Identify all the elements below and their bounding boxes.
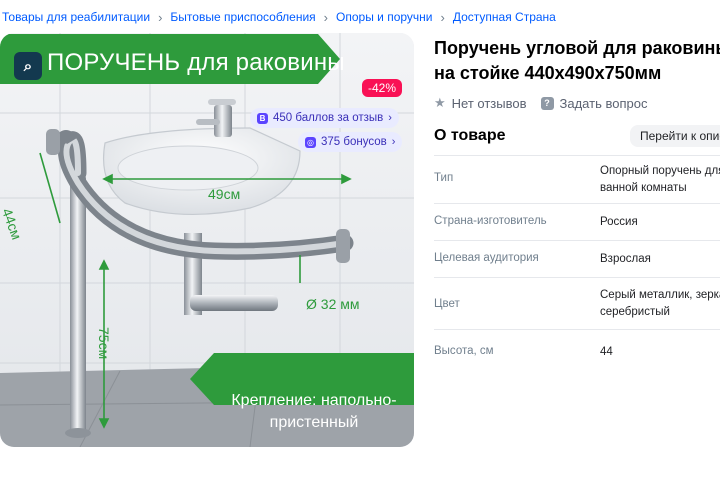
spec-label: Страна-изготовитель <box>434 215 547 227</box>
chevron-right-icon: › <box>323 9 329 25</box>
spec-label: Целевая аудитория <box>434 252 539 264</box>
spec-label: Цвет <box>434 298 460 310</box>
image-brand-title: ПОРУЧЕНЬ для раковины <box>47 49 345 76</box>
spec-value: Опорный поручень для ванной комнаты <box>600 165 720 194</box>
reviews-label: Нет отзывов <box>451 95 527 111</box>
bonus-label: 375 бонусов <box>321 136 387 148</box>
breadcrumb-link-brand[interactable]: Доступная Страна <box>453 10 556 24</box>
spec-label: Высота, см <box>434 345 494 357</box>
spec-value: Россия <box>600 216 638 228</box>
bonus-pill[interactable]: ◎ 375 бонусов › <box>298 132 403 152</box>
spec-value: Взрослая <box>600 253 651 265</box>
spec-value: 44 <box>600 346 613 358</box>
title-line2: на стойке 440х490х750мм <box>434 63 662 83</box>
breadcrumb: Товары для реабилитации › Бытовые приспо… <box>2 8 556 26</box>
bonus-points-icon: B <box>257 112 268 124</box>
star-icon: ★ <box>434 95 446 110</box>
chevron-right-icon: › <box>158 9 163 25</box>
discount-badge: -42% <box>362 79 403 97</box>
mount-type-line2: пристенный <box>269 414 359 431</box>
product-meta-bar: ★ Нет отзывов ? Задать вопрос <box>434 95 661 111</box>
title-line1: Поручень угловой для раковины <box>434 38 720 58</box>
reviews-link[interactable]: ★ Нет отзывов <box>434 95 527 111</box>
review-bonus-label: 450 баллов за отзыв <box>273 112 384 124</box>
dimension-height-label: 75см <box>96 327 112 360</box>
breadcrumb-link-household[interactable]: Бытовые приспособления <box>170 10 315 24</box>
review-bonus-pill[interactable]: B 450 баллов за отзыв › <box>250 108 399 128</box>
spec-row: Цвет Серый металлик, зеркальный, серебри… <box>434 277 720 329</box>
mount-type-line1: Крепление: напольно- <box>231 392 397 409</box>
spec-row: Страна-изготовитель Россия <box>434 203 720 240</box>
spec-row: Высота, см 44 <box>434 329 720 366</box>
chevron-right-icon: › <box>391 136 396 148</box>
goto-description-button[interactable]: Перейти к описанию <box>630 125 720 147</box>
dimension-diameter-label: Ø 32 мм <box>306 296 360 312</box>
spec-label: Тип <box>434 172 454 184</box>
page-title: Поручень угловой для раковины на стойке … <box>434 36 720 86</box>
product-photo-illustration <box>0 33 414 447</box>
brand-logo-icon: ⌕ <box>14 52 42 80</box>
breadcrumb-link-rehab[interactable]: Товары для реабилитации <box>2 10 150 24</box>
dimension-width-label: 49см <box>208 186 241 202</box>
product-image[interactable]: ⌕ ПОРУЧЕНЬ для раковины -42% B 450 балло… <box>0 33 414 447</box>
bonus-coin-icon: ◎ <box>305 136 316 148</box>
about-heading: О товаре <box>434 127 506 144</box>
breadcrumb-link-supports[interactable]: Опоры и поручни <box>336 10 432 24</box>
mount-type-text: Крепление: напольно- пристенный <box>219 390 409 434</box>
chevron-right-icon: › <box>388 112 392 124</box>
question-chat-icon: ? <box>540 96 554 110</box>
spec-value: Серый металлик, зеркальный, серебристый <box>600 289 720 318</box>
ask-question-link[interactable]: ? Задать вопрос <box>540 95 648 111</box>
ask-question-label: Задать вопрос <box>559 95 648 111</box>
spec-row: Целевая аудитория Взрослая <box>434 240 720 277</box>
spec-row: Тип Опорный поручень для ванной комнаты <box>434 155 720 203</box>
chevron-right-icon: › <box>440 9 445 25</box>
